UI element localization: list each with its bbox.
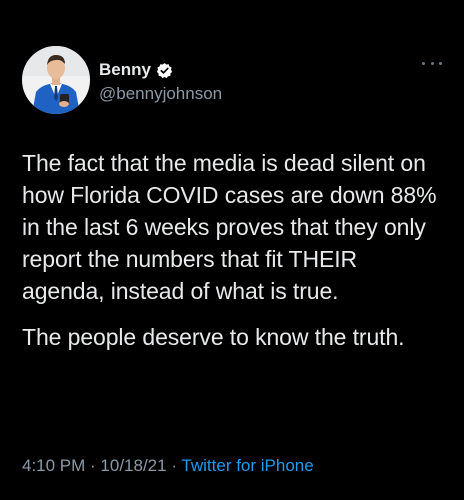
meta-separator: · [166, 456, 182, 475]
tweet-paragraph: The people deserve to know the truth. [22, 324, 405, 350]
verified-badge-icon [156, 62, 173, 79]
tweet-date[interactable]: 10/18/21 [100, 456, 166, 475]
avatar-image [22, 46, 90, 114]
tweet-text: The fact that the media is dead silent o… [22, 147, 442, 353]
author-name-row[interactable]: Benny [99, 60, 173, 80]
author-display-name[interactable]: Benny [99, 60, 151, 80]
tweet-card: Benny @bennyjohnson The fact that the me… [0, 0, 464, 500]
tweet-paragraph: The fact that the media is dead silent o… [22, 150, 437, 304]
tweet-metadata: 4:10 PM · 10/18/21 · Twitter for iPhone [22, 455, 314, 477]
more-options-icon[interactable] [422, 58, 442, 68]
avatar[interactable] [22, 46, 90, 114]
author-handle[interactable]: @bennyjohnson [99, 84, 222, 104]
tweet-time[interactable]: 4:10 PM [22, 456, 85, 475]
meta-separator: · [85, 456, 101, 475]
tweet-source-link[interactable]: Twitter for iPhone [181, 456, 313, 475]
